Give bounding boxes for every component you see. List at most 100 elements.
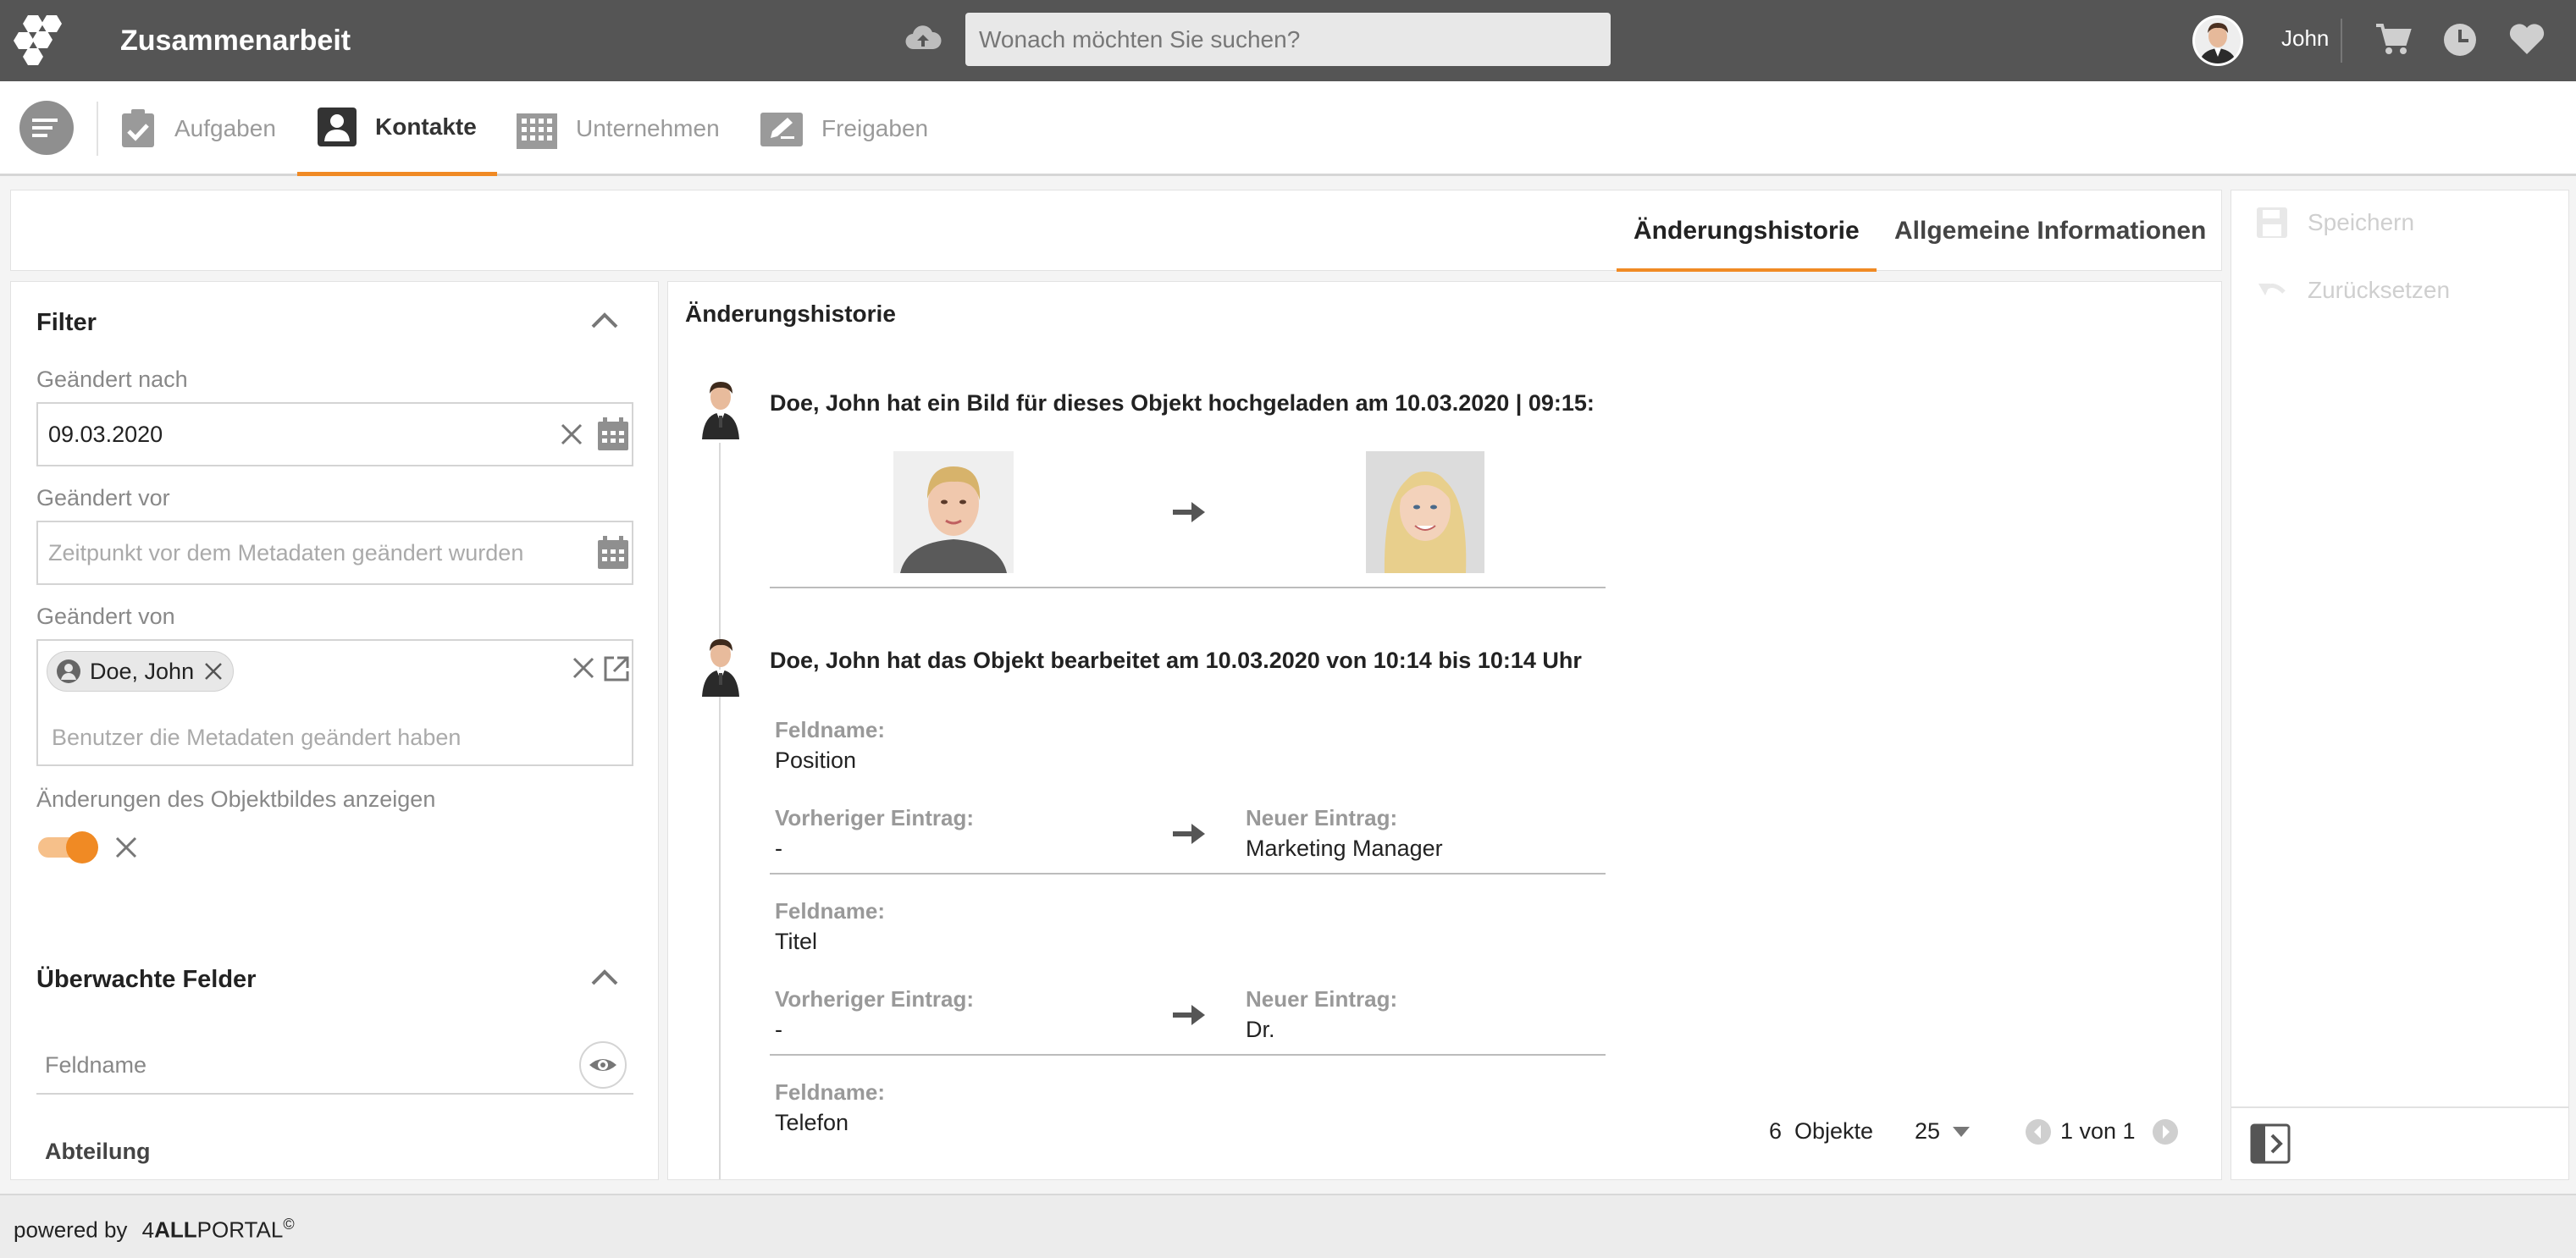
share-edit-icon bbox=[760, 109, 803, 148]
collapse-panel-icon[interactable] bbox=[2250, 1123, 2291, 1164]
reset-label: Zurücksetzen bbox=[2308, 277, 2451, 303]
collapse-chevron-up-icon[interactable] bbox=[590, 311, 619, 329]
changed-after-field[interactable]: 09.03.2020 bbox=[36, 402, 633, 466]
tab-kontakte[interactable]: Kontakte bbox=[297, 81, 497, 176]
module-tab-bar: Aufgaben Kontakte Unternehmen Freigaben bbox=[0, 81, 2576, 176]
user-avatar[interactable] bbox=[2192, 14, 2244, 67]
user-circle-icon bbox=[56, 659, 81, 684]
cart-icon[interactable] bbox=[2374, 22, 2412, 56]
per-page-select[interactable]: 25 bbox=[1915, 1118, 1971, 1145]
copyright-mark: © bbox=[283, 1216, 295, 1233]
tab-label: Freigaben bbox=[821, 115, 929, 141]
save-label: Speichern bbox=[2308, 209, 2415, 235]
tab-unternehmen[interactable]: Unternehmen bbox=[517, 81, 720, 176]
tab-aufgaben[interactable]: Aufgaben bbox=[120, 81, 276, 176]
search-input[interactable]: Wonach möchten Sie suchen? bbox=[965, 13, 1611, 66]
divider bbox=[770, 587, 1606, 588]
watched-field-item[interactable]: Abteilung bbox=[45, 1139, 150, 1165]
eye-icon[interactable] bbox=[578, 1040, 627, 1090]
calendar-icon[interactable] bbox=[597, 417, 629, 451]
field-name-label: Feldname: bbox=[775, 1079, 886, 1105]
new-entry-label: Neuer Eintrag: bbox=[1246, 986, 1398, 1012]
menu-toggle-icon[interactable] bbox=[19, 100, 75, 156]
divider bbox=[2341, 19, 2342, 63]
changed-after-label: Geändert nach bbox=[36, 367, 188, 392]
chip-remove-icon[interactable] bbox=[204, 662, 223, 681]
new-entry-value: Dr. bbox=[1246, 1017, 1275, 1042]
detail-tab-bar: Änderungshistorie Allgemeine Information… bbox=[10, 190, 2222, 272]
changed-after-value: 09.03.2020 bbox=[48, 422, 163, 447]
changed-by-label: Geändert von bbox=[36, 604, 175, 629]
building-icon bbox=[517, 108, 557, 149]
previous-entry-value: - bbox=[775, 1017, 782, 1042]
arrow-right-icon bbox=[1171, 820, 1208, 847]
previous-entry-label: Vorheriger Eintrag: bbox=[775, 986, 975, 1012]
history-clock-icon[interactable] bbox=[2442, 22, 2478, 58]
show-image-changes-toggle[interactable] bbox=[36, 829, 104, 866]
field-name-input[interactable]: Feldname bbox=[36, 1035, 633, 1095]
previous-entry-value: - bbox=[775, 836, 782, 861]
divider bbox=[770, 873, 1606, 875]
page-info: 1 von 1 bbox=[2060, 1118, 2136, 1144]
filter-title: Filter bbox=[36, 309, 97, 336]
clear-icon[interactable] bbox=[572, 656, 595, 680]
tab-general-information[interactable]: Allgemeine Informationen bbox=[1894, 190, 2206, 272]
clear-icon[interactable] bbox=[114, 836, 138, 859]
new-entry-label: Neuer Eintrag: bbox=[1246, 805, 1398, 830]
brand-bold: ALL bbox=[154, 1217, 197, 1243]
powered-by-footer: powered by 4ALLPORTAL© bbox=[14, 1216, 295, 1244]
history-panel: Änderungshistorie Doe, John hat ein Bild… bbox=[667, 281, 2222, 1180]
timeline-line bbox=[719, 443, 721, 1179]
app-logo-icon[interactable] bbox=[14, 14, 71, 66]
filter-panel: Filter Geändert nach 09.03.2020 Geändert… bbox=[10, 281, 659, 1180]
user-chip[interactable]: Doe, John bbox=[47, 651, 235, 692]
field-name-label: Feldname: bbox=[775, 717, 886, 742]
field-name-value: Titel bbox=[775, 929, 818, 954]
new-entry-value: Marketing Manager bbox=[1246, 836, 1443, 861]
app-title: Zusammenarbeit bbox=[120, 25, 351, 57]
changed-by-placeholder: Benutzer die Metadaten geändert haben bbox=[52, 725, 462, 750]
brand-suffix: PORTAL bbox=[196, 1217, 284, 1243]
previous-page-icon[interactable] bbox=[2025, 1118, 2052, 1145]
tab-freigaben[interactable]: Freigaben bbox=[760, 81, 928, 176]
save-icon bbox=[2255, 206, 2289, 240]
tab-change-history[interactable]: Änderungshistorie bbox=[1617, 190, 1877, 272]
show-image-changes-label: Änderungen des Objektbildes anzeigen bbox=[36, 786, 436, 812]
event-description: Doe, John hat das Objekt bearbeitet am 1… bbox=[770, 648, 1582, 673]
field-name-value: Position bbox=[775, 748, 857, 773]
field-name-value: Telefon bbox=[775, 1110, 849, 1135]
user-name[interactable]: John bbox=[2281, 25, 2329, 52]
undo-icon bbox=[2255, 273, 2289, 307]
history-title: Änderungshistorie bbox=[685, 301, 896, 327]
favorites-heart-icon[interactable] bbox=[2508, 22, 2546, 56]
calendar-icon[interactable] bbox=[597, 536, 629, 570]
divider bbox=[2231, 1106, 2568, 1108]
brand-prefix: 4 bbox=[141, 1217, 155, 1243]
avatar bbox=[699, 375, 743, 439]
tab-label: Unternehmen bbox=[576, 115, 720, 141]
clear-icon[interactable] bbox=[560, 422, 583, 446]
tab-label: Aufgaben bbox=[174, 115, 276, 141]
new-image-thumbnail[interactable] bbox=[1366, 451, 1484, 573]
event-description: Doe, John hat ein Bild für dieses Objekt… bbox=[770, 390, 1595, 416]
changed-before-label: Geändert vor bbox=[36, 485, 170, 510]
action-panel: Speichern Zurücksetzen bbox=[2231, 190, 2569, 1180]
next-page-icon[interactable] bbox=[2152, 1118, 2179, 1145]
reset-button[interactable]: Zurücksetzen bbox=[2255, 273, 2450, 307]
avatar bbox=[699, 632, 743, 697]
clipboard-check-icon bbox=[120, 108, 156, 149]
arrow-right-icon bbox=[1171, 1001, 1208, 1029]
upload-cloud-icon[interactable] bbox=[904, 24, 942, 52]
arrow-right-icon bbox=[1171, 499, 1208, 526]
field-name-label: Feldname: bbox=[775, 898, 886, 924]
changed-before-field[interactable]: Zeitpunkt vor dem Metadaten geändert wur… bbox=[36, 521, 633, 585]
object-count: 6 bbox=[1769, 1118, 1783, 1144]
previous-entry-label: Vorheriger Eintrag: bbox=[775, 805, 975, 830]
open-external-icon[interactable] bbox=[602, 654, 631, 683]
changed-by-field[interactable]: Doe, John Benutzer die Metadaten geänder… bbox=[36, 639, 633, 766]
collapse-chevron-up-icon[interactable] bbox=[590, 968, 619, 986]
powered-by-label: powered by bbox=[14, 1217, 128, 1243]
chip-label: Doe, John bbox=[90, 658, 195, 684]
previous-image-thumbnail[interactable] bbox=[893, 451, 1014, 573]
save-button[interactable]: Speichern bbox=[2255, 206, 2414, 240]
